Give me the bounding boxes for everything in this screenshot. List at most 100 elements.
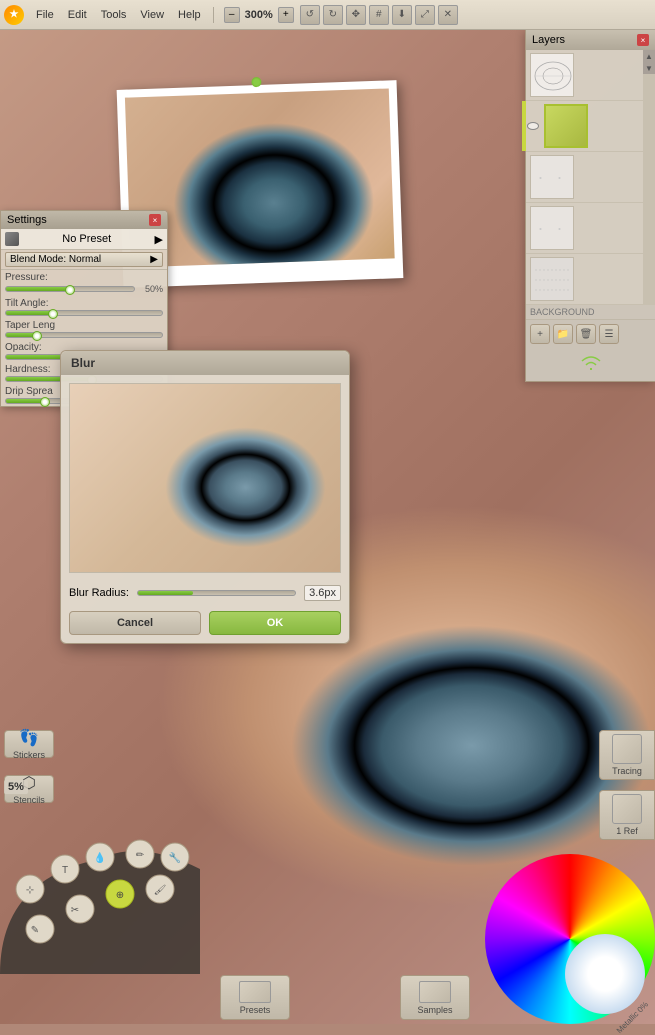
undo-button[interactable]: ↺ xyxy=(300,5,320,25)
layer-thumb-3: · · xyxy=(530,155,574,199)
tracing-button[interactable]: Tracing xyxy=(599,730,655,780)
photo-pin xyxy=(251,77,261,87)
layer-item-3[interactable]: · · xyxy=(526,152,655,203)
blur-radius-value: 3.6px xyxy=(304,585,341,601)
svg-text:T: T xyxy=(62,865,68,876)
blend-mode-row: Blend Mode: Normal ▶ xyxy=(1,250,167,270)
download-button[interactable]: ⬇ xyxy=(392,5,412,25)
tilt-slider[interactable] xyxy=(5,310,163,316)
layers-close-button[interactable]: × xyxy=(637,34,649,46)
tracing-label: Tracing xyxy=(612,766,642,776)
layer-item-5[interactable] xyxy=(526,254,655,305)
layers-scrollbar: ▲ ▼ xyxy=(643,50,655,305)
svg-text:⊕: ⊕ xyxy=(116,890,124,901)
hand-tool-button[interactable]: ✥ xyxy=(346,5,366,25)
layers-title: Layers xyxy=(532,34,565,46)
svg-text:🖌: 🖌 xyxy=(154,884,167,896)
samples-label: Samples xyxy=(417,1005,452,1015)
blur-radius-slider[interactable] xyxy=(137,590,296,596)
layer-name-label: BACKGROUND xyxy=(526,305,655,319)
zoom-minus-button[interactable]: – xyxy=(224,7,240,23)
menu-bar: ★ File Edit Tools View Help – 300% + ↺ ↻… xyxy=(0,0,655,30)
layer-item-2[interactable] xyxy=(526,101,655,152)
grid-button[interactable]: # xyxy=(369,5,389,25)
blur-title: Blur xyxy=(71,356,95,370)
layers-toolbar: + 📁 🗑 ☰ xyxy=(526,319,655,348)
stickers-label: Stickers xyxy=(13,750,45,760)
svg-text:⊹: ⊹ xyxy=(26,885,34,896)
color-wheel[interactable]: Metallic 0% xyxy=(475,844,655,1024)
blur-ok-button[interactable]: OK xyxy=(209,611,341,635)
menu-file[interactable]: File xyxy=(30,7,60,23)
scroll-down-button[interactable]: ▼ xyxy=(643,62,655,74)
preset-row[interactable]: No Preset ▶ xyxy=(1,229,167,250)
layer-item-1[interactable] xyxy=(526,50,655,101)
pressure-label: Pressure: xyxy=(5,272,163,283)
tool-wheel-area: ✎ ✂ ⊕ 🖌 ⊹ T 💧 ✏ 🔧 xyxy=(0,779,215,974)
taper-label: Taper Leng xyxy=(5,320,163,331)
blur-cancel-button[interactable]: Cancel xyxy=(69,611,201,635)
fullscreen-button[interactable]: ⤢ xyxy=(415,5,435,25)
close-app-button[interactable]: ✕ xyxy=(438,5,458,25)
redo-button[interactable]: ↻ xyxy=(323,5,343,25)
menu-help[interactable]: Help xyxy=(172,7,207,23)
settings-title: Settings xyxy=(7,214,47,226)
svg-text:✎: ✎ xyxy=(31,925,39,936)
tool-wheel-svg: ✎ ✂ ⊕ 🖌 ⊹ T 💧 ✏ 🔧 xyxy=(0,779,215,974)
layer-thumb-4: · · xyxy=(530,206,574,250)
pressure-slider[interactable] xyxy=(5,286,135,292)
delete-layer-button[interactable]: 🗑 xyxy=(576,324,596,344)
pressure-row: Pressure: 50% xyxy=(1,270,167,296)
blur-title-bar: Blur xyxy=(61,351,349,375)
layer-thumb-5 xyxy=(530,257,574,301)
app-logo[interactable]: ★ xyxy=(4,5,24,25)
menu-tools[interactable]: Tools xyxy=(95,7,133,23)
ref-label: 1 Ref xyxy=(616,826,638,836)
zoom-plus-button[interactable]: + xyxy=(278,7,294,23)
settings-close-button[interactable]: × xyxy=(149,214,161,226)
samples-icon xyxy=(419,981,451,1003)
layer-thumb-2 xyxy=(544,104,588,148)
presets-label: Presets xyxy=(240,1005,271,1015)
taper-slider[interactable] xyxy=(5,332,163,338)
menu-edit[interactable]: Edit xyxy=(62,7,93,23)
blur-preview xyxy=(69,383,341,573)
blend-mode-arrow: ▶ xyxy=(150,254,158,265)
sketch-icon xyxy=(531,54,574,97)
blur-buttons: Cancel OK xyxy=(61,605,349,643)
ref-icon xyxy=(612,794,642,824)
samples-button[interactable]: Samples xyxy=(400,975,470,1020)
stickers-button[interactable]: 👣 Stickers xyxy=(4,730,54,758)
blend-mode-select[interactable]: Blend Mode: Normal ▶ xyxy=(5,252,163,267)
svg-text:✂: ✂ xyxy=(71,905,79,916)
preset-icon xyxy=(5,232,19,246)
presets-button[interactable]: Presets xyxy=(220,975,290,1020)
zoom-value: 300% xyxy=(242,9,276,21)
menu-view[interactable]: View xyxy=(134,7,170,23)
svg-text:💧: 💧 xyxy=(94,851,106,864)
tracing-icon xyxy=(612,734,642,764)
add-layer-button[interactable]: + xyxy=(530,324,550,344)
blur-radius-label: Blur Radius: xyxy=(69,587,129,599)
layers-title-bar: Layers × xyxy=(526,30,655,50)
toolbar-tools: ↺ ↻ ✥ # ⬇ ⤢ ✕ xyxy=(300,5,458,25)
blur-dialog: Blur Blur Radius: 3.6px Cancel OK xyxy=(60,350,350,644)
ref-button[interactable]: 1 Ref xyxy=(599,790,655,840)
blur-radius-row: Blur Radius: 3.6px xyxy=(61,581,349,605)
svg-text:✏: ✏ xyxy=(136,850,145,861)
tilt-row: Tilt Angle: xyxy=(1,296,167,318)
layers-panel: Layers × · · xyxy=(525,30,655,382)
layer-thumb-1 xyxy=(530,53,574,97)
layer-options-button[interactable]: ☰ xyxy=(599,324,619,344)
scroll-up-button[interactable]: ▲ xyxy=(643,50,655,62)
color-wheel-inner[interactable] xyxy=(565,934,645,1014)
preset-arrow: ▶ xyxy=(155,233,163,246)
layers-wifi xyxy=(526,348,655,381)
menu-separator xyxy=(213,7,214,23)
layer-item-4[interactable]: · · xyxy=(526,203,655,254)
layer-visibility-icon[interactable] xyxy=(527,122,539,130)
wifi-icon[interactable] xyxy=(576,352,606,377)
folder-layer-button[interactable]: 📁 xyxy=(553,324,573,344)
taper-row: Taper Leng xyxy=(1,318,167,340)
blend-mode-label: Blend Mode: Normal xyxy=(10,254,101,265)
